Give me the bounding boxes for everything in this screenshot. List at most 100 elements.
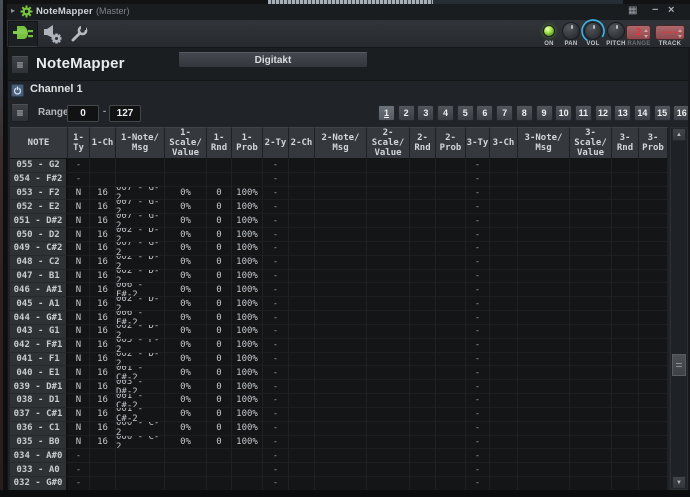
- mapping-cell[interactable]: [289, 228, 315, 242]
- mapping-cell[interactable]: 0%: [165, 366, 207, 380]
- mapping-cell[interactable]: [410, 436, 436, 450]
- mapping-cell[interactable]: [639, 463, 668, 477]
- mapping-cell[interactable]: 16: [90, 353, 116, 367]
- mapping-cell[interactable]: [639, 200, 668, 214]
- mapping-cell[interactable]: [570, 270, 612, 284]
- mapping-cell[interactable]: 100%: [232, 408, 263, 422]
- mapping-cell[interactable]: [518, 283, 570, 297]
- mapping-cell[interactable]: [570, 436, 612, 450]
- mapping-cell[interactable]: [315, 200, 367, 214]
- mapping-cell[interactable]: [367, 436, 410, 450]
- mapping-cell[interactable]: [570, 449, 612, 463]
- channel-tab-1[interactable]: 1: [378, 105, 395, 121]
- mapping-cell[interactable]: 100%: [232, 200, 263, 214]
- mapping-cell[interactable]: 002 - D-2: [116, 256, 165, 270]
- mapping-cell[interactable]: [639, 311, 668, 325]
- mapping-cell[interactable]: 100%: [232, 311, 263, 325]
- mapping-cell[interactable]: [436, 297, 466, 311]
- mapping-cell[interactable]: [639, 366, 668, 380]
- mapping-cell[interactable]: -: [68, 173, 90, 187]
- mapping-cell[interactable]: [639, 422, 668, 436]
- mapping-cell[interactable]: [90, 173, 116, 187]
- mapping-cell[interactable]: [570, 463, 612, 477]
- mapping-cell[interactable]: -: [263, 339, 289, 353]
- pitch-range-display[interactable]: 2: [626, 25, 651, 40]
- mapping-cell[interactable]: [289, 325, 315, 339]
- mapping-cell[interactable]: [436, 159, 466, 173]
- mapping-cell[interactable]: 0: [207, 422, 232, 436]
- mapping-cell[interactable]: 16: [90, 339, 116, 353]
- mapping-cell[interactable]: -: [263, 408, 289, 422]
- mapping-cell[interactable]: [490, 422, 518, 436]
- mapping-cell[interactable]: [518, 311, 570, 325]
- mapping-cell[interactable]: [570, 283, 612, 297]
- mapping-cell[interactable]: 0%: [165, 311, 207, 325]
- mapping-cell[interactable]: -: [263, 242, 289, 256]
- mapping-cell[interactable]: -: [466, 297, 490, 311]
- mapping-cell[interactable]: 006 - F#-2: [116, 283, 165, 297]
- mapping-cell[interactable]: [410, 242, 436, 256]
- mapping-cell[interactable]: N: [68, 353, 90, 367]
- mapping-cell[interactable]: [116, 173, 165, 187]
- mapping-cell[interactable]: -: [263, 353, 289, 367]
- mapping-cell[interactable]: [315, 394, 367, 408]
- mapping-cell[interactable]: [570, 187, 612, 201]
- mapping-cell[interactable]: 0%: [165, 436, 207, 450]
- mapping-cell[interactable]: [232, 477, 263, 490]
- mapping-cell[interactable]: -: [263, 159, 289, 173]
- mapping-cell[interactable]: 001 - C#-2: [116, 408, 165, 422]
- mapping-cell[interactable]: [518, 366, 570, 380]
- mapping-cell[interactable]: [570, 380, 612, 394]
- mapping-cell[interactable]: [490, 353, 518, 367]
- mapping-cell[interactable]: N: [68, 311, 90, 325]
- mapping-cell[interactable]: [315, 366, 367, 380]
- mapping-cell[interactable]: [289, 449, 315, 463]
- mapping-cell[interactable]: [570, 256, 612, 270]
- mapping-cell[interactable]: -: [68, 463, 90, 477]
- mapping-cell[interactable]: 002 - D-2: [116, 228, 165, 242]
- mapping-cell[interactable]: [410, 187, 436, 201]
- mapping-cell[interactable]: [315, 297, 367, 311]
- mapping-cell[interactable]: N: [68, 325, 90, 339]
- scroll-up-button[interactable]: ▲: [672, 128, 686, 141]
- mapping-cell[interactable]: 0: [207, 242, 232, 256]
- mapping-cell[interactable]: [518, 173, 570, 187]
- mapping-cell[interactable]: [367, 242, 410, 256]
- mapping-cell[interactable]: [518, 242, 570, 256]
- mapping-cell[interactable]: [612, 270, 639, 284]
- mapping-cell[interactable]: [490, 214, 518, 228]
- mapping-cell[interactable]: [436, 422, 466, 436]
- mapping-cell[interactable]: [436, 256, 466, 270]
- mapping-cell[interactable]: -: [263, 422, 289, 436]
- mapping-cell[interactable]: [436, 339, 466, 353]
- mapping-cell[interactable]: [367, 353, 410, 367]
- plugin-gear-icon[interactable]: [20, 5, 33, 18]
- vertical-scrollbar[interactable]: ▲ ▼: [670, 127, 688, 490]
- mapping-cell[interactable]: [570, 394, 612, 408]
- mapping-cell[interactable]: 0: [207, 214, 232, 228]
- mapping-cell[interactable]: [490, 311, 518, 325]
- mapping-cell[interactable]: [367, 270, 410, 284]
- mapping-cell[interactable]: [232, 463, 263, 477]
- mapping-cell[interactable]: [410, 214, 436, 228]
- on-led[interactable]: [543, 25, 555, 37]
- mapping-cell[interactable]: 0%: [165, 353, 207, 367]
- mapping-cell[interactable]: [289, 242, 315, 256]
- mapping-cell[interactable]: 16: [90, 394, 116, 408]
- mapping-cell[interactable]: [315, 325, 367, 339]
- mapping-cell[interactable]: -: [466, 477, 490, 490]
- mapping-cell[interactable]: 16: [90, 200, 116, 214]
- mapping-cell[interactable]: [518, 325, 570, 339]
- mapping-cell[interactable]: [410, 394, 436, 408]
- mapping-cell[interactable]: [518, 228, 570, 242]
- channel-tab-15[interactable]: 15: [654, 105, 671, 121]
- mapping-cell[interactable]: -: [466, 353, 490, 367]
- mapping-cell[interactable]: [410, 353, 436, 367]
- mapping-cell[interactable]: N: [68, 339, 90, 353]
- mapping-cell[interactable]: [289, 366, 315, 380]
- mapping-cell[interactable]: 000 - C-2: [116, 422, 165, 436]
- mapping-cell[interactable]: [570, 242, 612, 256]
- mapping-cell[interactable]: [289, 422, 315, 436]
- mapping-cell[interactable]: -: [263, 394, 289, 408]
- mapping-cell[interactable]: 16: [90, 283, 116, 297]
